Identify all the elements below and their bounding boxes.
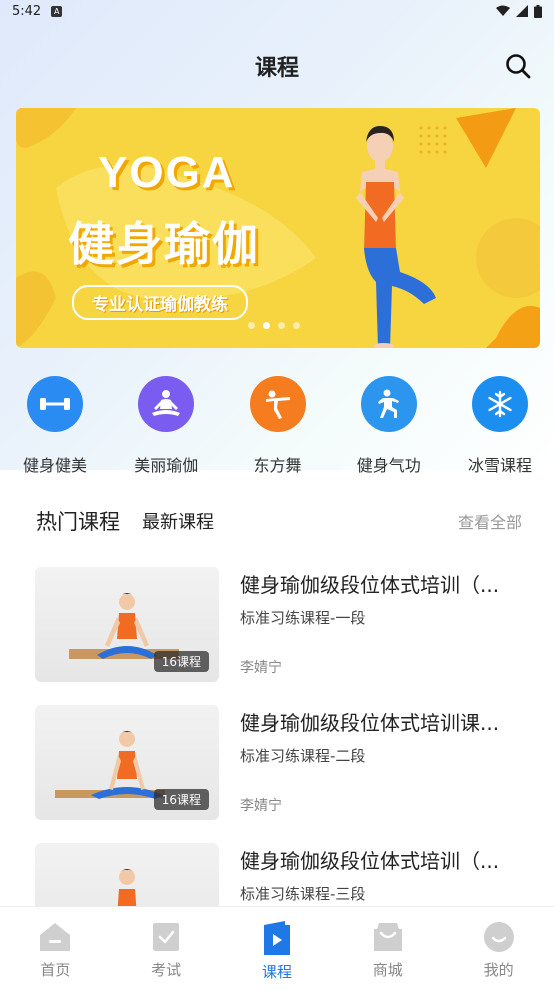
category-label: 东方舞 [253,456,302,475]
search-button[interactable] [502,50,534,82]
course-card[interactable]: 16课程 健身瑜伽级段位体式培训课... 标准习练课程-二段 李婧宁 [35,705,535,843]
banner-dot[interactable] [293,322,300,329]
course-card[interactable]: 16课程 健身瑜伽级段位体式培训（... 标准习练课程-一段 李婧宁 [35,567,535,705]
notification-icon: A [51,5,63,17]
banner-pagination [248,322,300,329]
tab-label: 商城 [372,961,403,979]
tab-label: 考试 [151,961,182,979]
course-thumbnail: 16课程 [35,705,219,820]
tab-hot-courses[interactable]: 热门课程 [36,506,120,536]
tab-latest-courses[interactable]: 最新课程 [142,508,214,536]
status-time: 5:42 [12,3,42,19]
category-qigong[interactable]: 健身气功 [337,376,441,476]
snowflake-icon [472,376,528,432]
course-tabs: 热门课程 最新课程 查看全部 [36,506,522,536]
course-level: 标准习练课程-三段 [240,885,366,903]
category-label: 健身健美 [22,456,87,475]
course-level: 标准习练课程-一段 [240,609,366,627]
shopping-bag-icon [373,923,402,951]
status-bar: 5:42 A [0,0,554,22]
home-icon [40,923,71,951]
banner-dot[interactable] [248,322,255,329]
wifi-icon [496,5,510,16]
course-thumbnail: 16课程 [35,567,219,682]
promo-banner[interactable]: YOGA 健身瑜伽 专业认证瑜伽教练 [16,108,540,348]
category-nav: 健身健美 美丽瑜伽 东方舞 健身气功 冰雪课程 [0,376,554,476]
category-label: 健身气功 [356,456,421,475]
page-header: 课程 [0,44,554,88]
category-oriental-dance[interactable]: 东方舞 [226,376,330,476]
search-icon [506,54,531,79]
exam-icon [153,923,180,951]
course-level: 标准习练课程-二段 [240,747,366,765]
meditation-icon [138,376,195,432]
bottom-tab-bar: 首页 考试 课程 商城 我的 [0,906,554,990]
battery-icon [534,4,542,18]
course-icon [263,921,290,955]
tab-label: 我的 [483,961,514,979]
course-teacher: 李婧宁 [240,798,282,814]
course-title: 健身瑜伽级段位体式培训课... [240,711,500,735]
tab-home[interactable]: 首页 [10,907,100,980]
dancer-icon [249,376,306,432]
tab-course[interactable]: 课程 [232,907,322,982]
course-title: 健身瑜伽级段位体式培训（... [240,573,500,597]
tab-mall[interactable]: 商城 [343,907,433,980]
category-fitness[interactable]: 健身健美 [3,376,107,476]
course-title: 健身瑜伽级段位体式培训（... [240,849,500,873]
category-snow[interactable]: 冰雪课程 [448,376,552,476]
lesson-count-badge: 16课程 [153,789,209,810]
category-yoga[interactable]: 美丽瑜伽 [114,376,218,476]
yoga-instructor-image [356,126,436,348]
category-label: 美丽瑜伽 [134,456,199,475]
signal-icon [516,5,528,17]
banner-dot[interactable] [278,322,285,329]
profile-icon [483,922,514,952]
banner-heading-en: YOGA [98,148,236,197]
dumbbell-icon [27,376,83,432]
tab-exam[interactable]: 考试 [121,907,211,980]
banner-dot-active[interactable] [263,322,270,329]
tab-label: 课程 [261,963,292,981]
tab-mine[interactable]: 我的 [454,907,544,980]
banner-tagline: 专业认证瑜伽教练 [72,285,248,320]
banner-heading: 健身瑜伽 [68,217,260,271]
category-label: 冰雪课程 [467,456,532,475]
course-teacher: 李婧宁 [240,660,282,676]
tab-label: 首页 [40,961,71,979]
page-title: 课程 [254,56,299,81]
view-all-link[interactable]: 查看全部 [458,509,522,536]
tai-chi-icon [360,376,417,432]
lesson-count-badge: 16课程 [153,651,209,672]
